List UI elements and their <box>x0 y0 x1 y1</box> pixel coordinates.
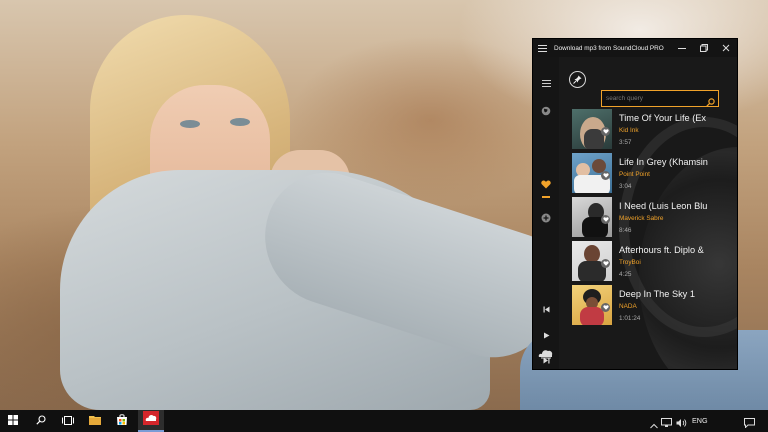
favorites-button[interactable] <box>536 175 556 195</box>
title-bar[interactable]: Download mp3 from SoundCloud PRO <box>533 39 737 57</box>
search-icon[interactable] <box>706 94 715 107</box>
search-input[interactable] <box>602 91 702 106</box>
active-indicator <box>542 196 550 198</box>
track-duration: 3:04 <box>619 183 632 190</box>
track-artist[interactable]: NADA <box>619 303 637 310</box>
previous-icon <box>543 300 550 318</box>
taskbar-search-button[interactable] <box>28 410 54 432</box>
add-icon <box>541 210 551 228</box>
network-icon[interactable] <box>661 415 673 427</box>
globe-icon <box>541 103 551 121</box>
notifications-icon[interactable] <box>744 415 756 429</box>
language-indicator[interactable]: ENG <box>692 416 708 425</box>
track-artist[interactable]: Kid Ink <box>619 127 639 134</box>
menu-button[interactable] <box>536 73 556 93</box>
sidebar <box>533 57 559 369</box>
soundcloud-app-button[interactable] <box>138 410 164 432</box>
track-title: Time Of Your Life (Ex <box>619 113 706 123</box>
track-title: Life In Grey (Khamsin <box>619 157 708 167</box>
track-item[interactable]: Time Of Your Life (Ex Kid Ink 3:57 <box>572 109 737 151</box>
heart-icon <box>541 176 551 194</box>
track-duration: 4:25 <box>619 271 632 278</box>
track-item[interactable]: I Need (Luis Leon Blu Maverick Sabre 8:4… <box>572 197 737 239</box>
wallpaper-eye-left <box>180 120 200 128</box>
window-title: Download mp3 from SoundCloud PRO <box>554 44 664 52</box>
windows-start-icon <box>8 412 18 430</box>
close-button[interactable] <box>715 39 737 57</box>
wallpaper-eye-right <box>230 118 250 126</box>
main-content: Time Of Your Life (Ex Kid Ink 3:57 Life … <box>559 57 737 369</box>
search-box[interactable] <box>601 90 719 107</box>
hamburger-menu-icon[interactable] <box>533 39 551 57</box>
track-artist[interactable]: TroyBoi <box>619 259 641 266</box>
favorite-heart-icon[interactable] <box>601 127 610 136</box>
track-item[interactable]: Afterhours ft. Diplo & TroyBoi 4:25 <box>572 241 737 283</box>
track-title: I Need (Luis Leon Blu <box>619 201 708 211</box>
chevron-up-icon[interactable] <box>650 416 660 429</box>
file-explorer-button[interactable] <box>82 410 108 432</box>
menu-icon <box>541 74 551 92</box>
add-button[interactable] <box>536 209 556 229</box>
search-icon <box>36 412 46 430</box>
start-button[interactable] <box>0 410 26 432</box>
volume-icon[interactable] <box>676 415 688 427</box>
file-explorer-icon <box>89 412 101 430</box>
favorite-heart-icon[interactable] <box>601 215 610 224</box>
play-icon <box>543 326 550 344</box>
soundcloud-app-icon <box>143 410 159 430</box>
track-artist[interactable]: Maverick Sabre <box>619 215 663 222</box>
favorite-heart-icon[interactable] <box>601 259 610 268</box>
track-title: Afterhours ft. Diplo & <box>619 245 704 255</box>
taskbar: ENG <box>0 410 768 432</box>
explore-button[interactable] <box>536 102 556 122</box>
previous-button[interactable] <box>536 299 556 319</box>
task-view-icon <box>62 412 74 430</box>
store-button[interactable] <box>109 410 135 432</box>
favorite-heart-icon[interactable] <box>601 303 610 312</box>
track-item[interactable]: Deep In The Sky 1 NADA 1:01:24 <box>572 285 737 327</box>
track-duration: 8:46 <box>619 227 632 234</box>
app-window: Download mp3 from SoundCloud PRO search … <box>533 39 737 369</box>
play-button[interactable] <box>536 325 556 345</box>
task-view-button[interactable] <box>55 410 81 432</box>
favorite-heart-icon[interactable] <box>601 171 610 180</box>
pin-icon <box>573 71 582 89</box>
track-item[interactable]: Life In Grey (Khamsin Point Point 3:04 <box>572 153 737 195</box>
track-duration: 3:57 <box>619 139 632 146</box>
minimize-button[interactable] <box>671 39 693 57</box>
track-duration: 1:01:24 <box>619 315 641 322</box>
track-artist[interactable]: Point Point <box>619 171 650 178</box>
track-title: Deep In The Sky 1 <box>619 289 695 299</box>
pin-button[interactable] <box>569 71 586 88</box>
store-icon <box>116 412 128 430</box>
soundcloud-logo-icon <box>538 347 554 361</box>
maximize-button[interactable] <box>693 39 715 57</box>
